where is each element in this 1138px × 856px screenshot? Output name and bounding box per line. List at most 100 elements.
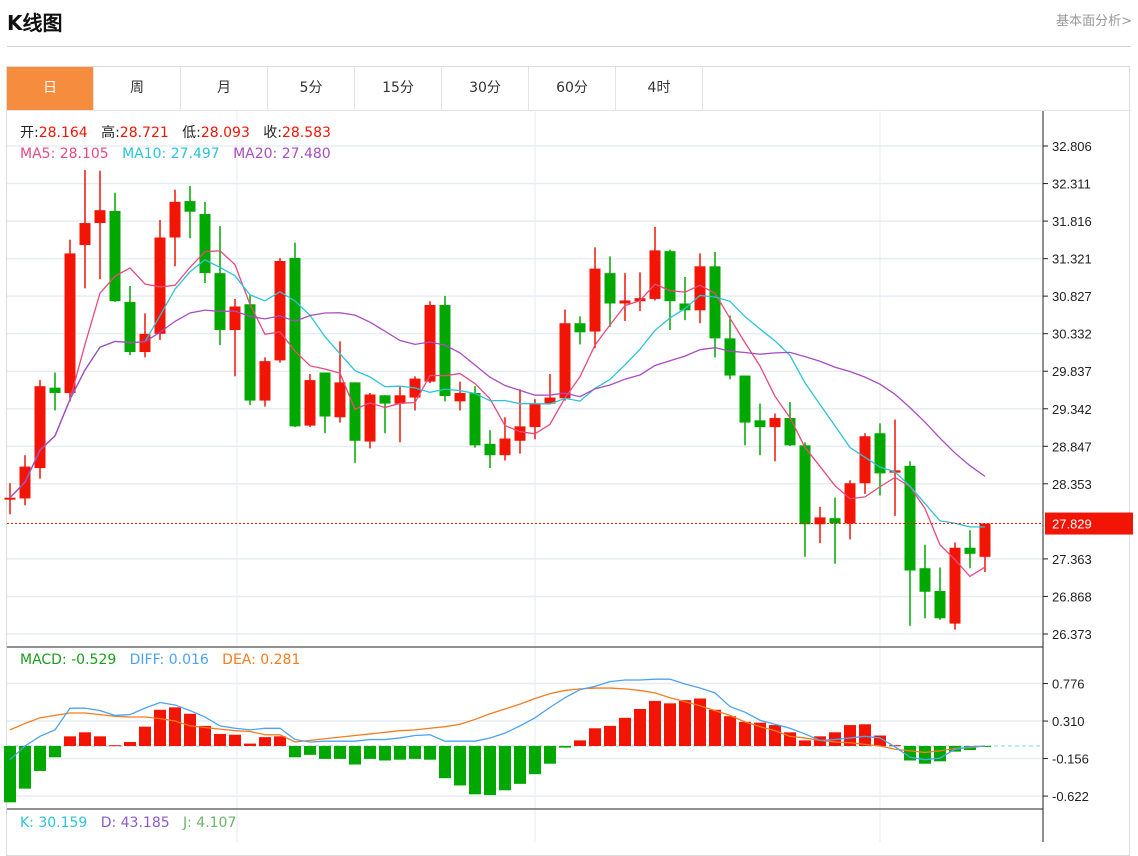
- macd-bar: [619, 717, 631, 746]
- price-tick-label: 26.373: [1052, 627, 1092, 642]
- candle-body: [529, 403, 541, 428]
- diff-value: DIFF: 0.016: [129, 652, 209, 668]
- candle: [649, 226, 661, 301]
- candle-body: [484, 443, 496, 456]
- macd-bar: [334, 746, 346, 759]
- candle-body: [49, 387, 61, 393]
- candle: [964, 530, 976, 569]
- macd-bar: [469, 746, 481, 795]
- candle: [79, 169, 91, 289]
- close-label: 收:: [263, 125, 282, 141]
- price-tick-label: 28.847: [1052, 439, 1092, 454]
- price-tick-label: 32.806: [1052, 139, 1092, 154]
- candle-body: [559, 323, 571, 399]
- candle-body: [124, 301, 136, 353]
- macd-bar: [604, 725, 616, 746]
- macd-bar: [229, 734, 241, 746]
- candle: [109, 192, 121, 302]
- macd-tick-label: -0.622: [1052, 789, 1089, 804]
- macd-bar: [439, 746, 451, 779]
- candle: [274, 257, 286, 363]
- macd-bar: [274, 736, 286, 746]
- candle: [394, 386, 406, 443]
- candle: [454, 381, 466, 411]
- candle-body: [349, 382, 361, 441]
- candle: [889, 419, 901, 516]
- macd-legend: MACD: -0.529 DIFF: 0.016 DEA: 0.281: [20, 652, 300, 668]
- macd-bar: [319, 746, 331, 759]
- candle: [484, 430, 496, 469]
- low-label: 低:: [182, 125, 201, 141]
- current-price-label: 27.829: [1052, 517, 1092, 532]
- candle-body: [199, 213, 211, 274]
- candle: [739, 375, 751, 446]
- candle-body: [469, 392, 481, 446]
- candle: [199, 201, 211, 284]
- candle-body: [79, 223, 91, 246]
- candle: [289, 242, 301, 428]
- macd-bar: [109, 745, 121, 747]
- ma20-line: [9, 309, 986, 499]
- candle: [169, 189, 181, 267]
- macd-bar: [124, 741, 136, 746]
- candle-body: [829, 518, 841, 524]
- open-label: 开:: [20, 125, 39, 141]
- ma10-value: MA10: 27.497: [122, 146, 220, 162]
- candle: [979, 523, 991, 573]
- candle: [439, 295, 451, 402]
- macd-tick-label: -0.156: [1052, 752, 1089, 767]
- candle-body: [724, 338, 736, 376]
- macd-bar: [184, 713, 196, 746]
- price-tick-label: 30.827: [1052, 289, 1092, 304]
- price-tick-label: 27.363: [1052, 552, 1092, 567]
- macd-bar: [214, 733, 226, 746]
- candle: [64, 239, 76, 402]
- candle: [919, 544, 931, 619]
- candle-body: [934, 590, 946, 619]
- d-value: D: 43.185: [100, 815, 170, 831]
- candle-body: [784, 418, 796, 446]
- candle: [409, 376, 421, 411]
- candle-body: [439, 305, 451, 397]
- macd-bar: [79, 732, 91, 746]
- candle: [49, 372, 61, 411]
- candle-body: [664, 251, 676, 302]
- candle-body: [904, 465, 916, 571]
- macd-bar: [559, 746, 571, 748]
- candle-body: [139, 333, 151, 353]
- macd-bar: [304, 746, 316, 755]
- candle-body: [289, 257, 301, 427]
- candle-body: [334, 382, 346, 418]
- price-tick-label: 28.353: [1052, 477, 1092, 492]
- candle: [694, 253, 706, 324]
- candle: [514, 389, 526, 454]
- macd-bar: [4, 746, 16, 803]
- macd-bar: [634, 708, 646, 746]
- macd-bar: [244, 743, 256, 746]
- macd-bar: [889, 745, 901, 747]
- macd-bar: [859, 724, 871, 746]
- candle: [19, 455, 31, 506]
- macd-bar: [169, 707, 181, 746]
- candle-body: [274, 261, 286, 361]
- macd-bar: [679, 700, 691, 746]
- macd-bar: [529, 746, 541, 775]
- candle: [814, 506, 826, 544]
- candle: [769, 413, 781, 462]
- macd-bar: [199, 725, 211, 746]
- candle: [709, 251, 721, 358]
- dea-value: DEA: 0.281: [222, 652, 301, 668]
- candle-body: [214, 273, 226, 331]
- candle-body: [319, 372, 331, 417]
- macd-bar: [664, 703, 676, 746]
- macd-bar: [409, 746, 421, 759]
- macd-bar: [289, 746, 301, 758]
- candle: [259, 357, 271, 407]
- candle: [349, 382, 361, 463]
- macd-bar: [709, 709, 721, 746]
- candle-body: [379, 395, 391, 404]
- macd-bar: [349, 746, 361, 765]
- candle-body: [64, 253, 76, 393]
- candle: [364, 392, 376, 449]
- candle: [379, 395, 391, 434]
